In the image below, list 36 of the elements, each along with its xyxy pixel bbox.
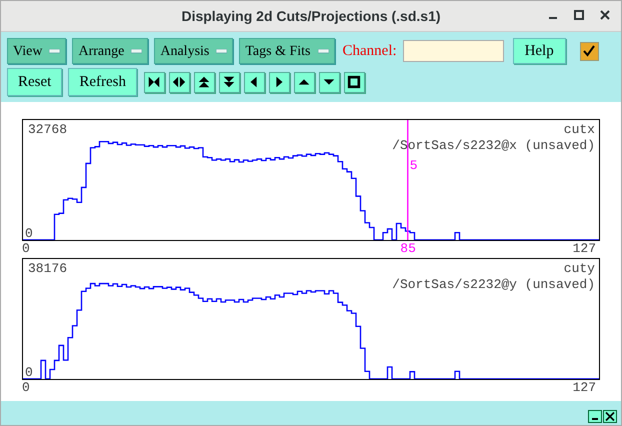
menu-button[interactable]: Analysis	[154, 38, 234, 64]
arrows-inward-icon[interactable]	[144, 72, 165, 92]
channel-field[interactable]	[402, 40, 504, 62]
channel-label: Channel:	[342, 42, 397, 61]
check-icon	[583, 45, 596, 57]
square-icon[interactable]	[344, 72, 365, 92]
x-max-label: 127	[572, 380, 596, 395]
x-min-label: 0	[22, 380, 30, 395]
dropdown-indicator-icon	[318, 48, 328, 54]
dropdown-indicator-icon	[49, 48, 60, 54]
marker-position: 85	[400, 241, 416, 256]
minimize-icon[interactable]	[588, 410, 602, 423]
help-button[interactable]: Help	[512, 38, 566, 64]
close-icon[interactable]	[603, 410, 617, 423]
action-button[interactable]: Refresh	[68, 68, 137, 96]
menu-button[interactable]: Arrange	[72, 38, 148, 64]
menu-button[interactable]: Tags & Fits	[239, 38, 334, 64]
maximize-icon[interactable]	[573, 9, 585, 21]
x-min-label: 0	[22, 241, 30, 256]
action-button[interactable]: Reset	[7, 68, 62, 96]
marker-value: 5	[410, 157, 418, 175]
x-max-label: 127	[572, 241, 596, 256]
y-max-label: 38176	[28, 260, 68, 278]
plot-title: cutx	[564, 121, 595, 139]
dropdown-indicator-icon	[216, 48, 228, 54]
arrows-outward-icon[interactable]	[168, 72, 190, 92]
dropdown-indicator-icon	[131, 48, 142, 54]
menu-button[interactable]: View	[7, 38, 66, 64]
close-icon[interactable]	[599, 9, 611, 21]
y-max-label: 32768	[28, 121, 68, 139]
y-min-label: 0	[25, 366, 33, 379]
plot-source: /SortSas/s2232@y (unsaved)	[392, 276, 595, 294]
checkbox[interactable]	[580, 42, 599, 60]
window-title: Displaying 2d Cuts/Projections (.sd.s1)	[181, 6, 441, 26]
y-min-label: 0	[25, 227, 33, 240]
plot-title: cuty	[564, 260, 595, 278]
